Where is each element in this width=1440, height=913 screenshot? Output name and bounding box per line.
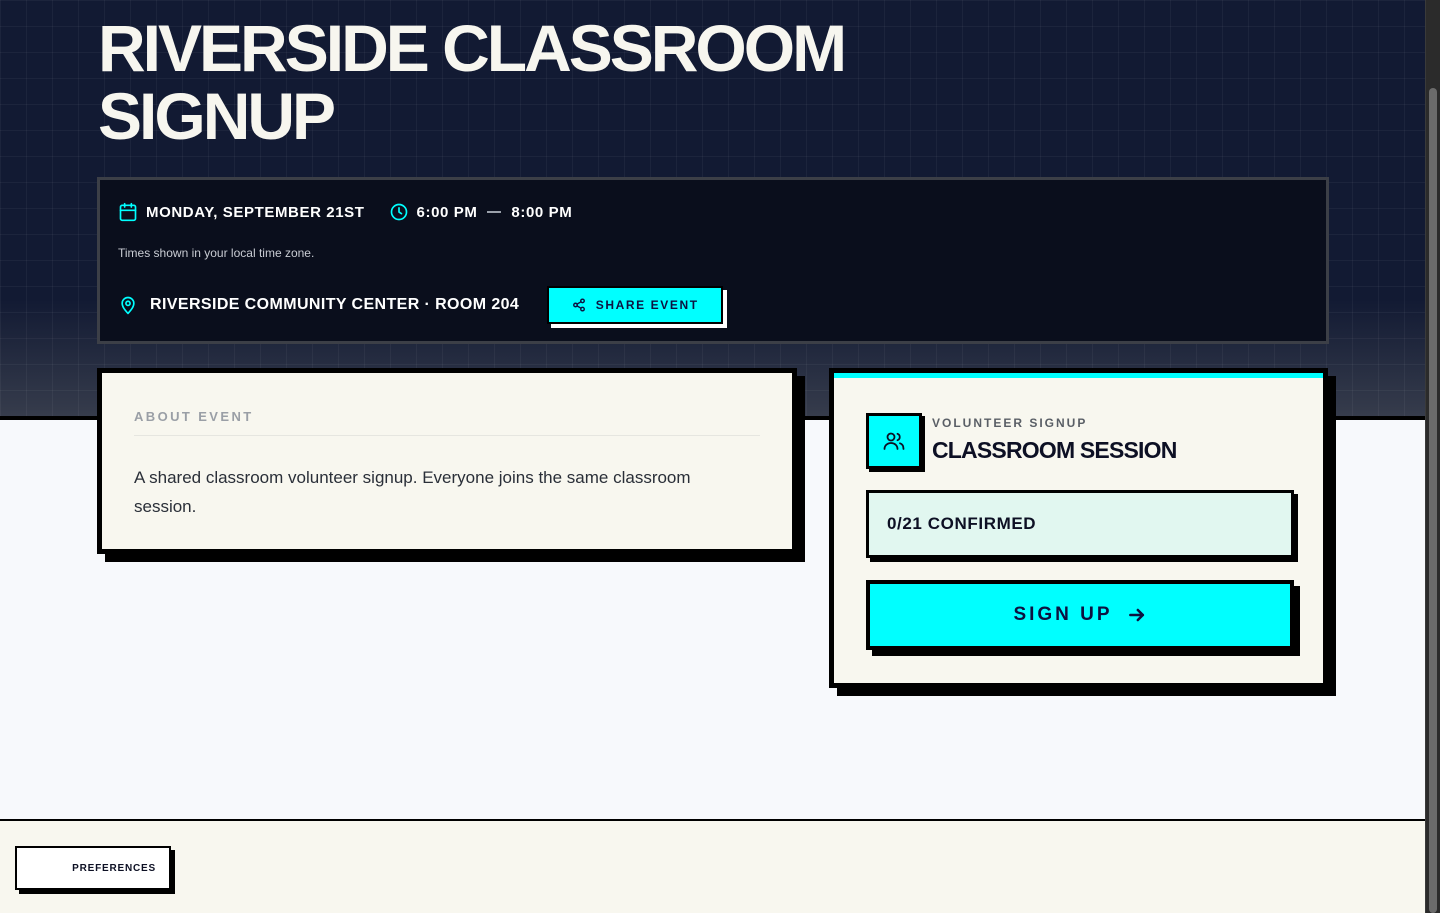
- page-title-line-1: RIVERSIDE CLASSROOM: [98, 11, 847, 85]
- page-scrollbar[interactable]: [1425, 0, 1440, 913]
- event-location: RIVERSIDE COMMUNITY CENTER · ROOM 204: [150, 296, 520, 313]
- page-title: RIVERSIDE CLASSROOM SIGNUP: [98, 14, 998, 150]
- session-title: CLASSROOM SESSION: [932, 437, 1177, 463]
- volunteers-badge: [866, 413, 922, 469]
- signup-card-accent-bar: [834, 373, 1323, 378]
- about-divider: [134, 435, 760, 436]
- share-event-label: SHARE EVENT: [595, 298, 699, 312]
- cookie-preferences-overlap: [17, 848, 71, 888]
- about-event-label: ABOUT EVENT: [134, 409, 254, 424]
- map-pin-icon: [121, 296, 135, 315]
- page-title-line-2: SIGNUP: [98, 79, 336, 153]
- time-range-separator: [487, 211, 502, 213]
- sign-up-label: SIGN UP: [1013, 604, 1113, 625]
- event-date: MONDAY, SEPTEMBER 21ST: [146, 203, 365, 221]
- event-end-time: 8:00 PM: [511, 203, 573, 221]
- clock-icon: [390, 203, 407, 221]
- volunteer-signup-card: VOLUNTEER SIGNUP CLASSROOM SESSION 0/21 …: [829, 368, 1328, 688]
- calendar-icon: [119, 202, 137, 222]
- cookie-preferences-button[interactable]: COOKIE PREFERENCES: [15, 846, 171, 890]
- share-event-button[interactable]: SHARE EVENT: [547, 286, 724, 324]
- about-event-description: A shared classroom volunteer signup. Eve…: [134, 468, 691, 516]
- timezone-note: Times shown in your local time zone.: [118, 246, 315, 260]
- share-icon: [572, 298, 585, 312]
- event-info-card: MONDAY, SEPTEMBER 21ST 6:00 PM 8:00 PM T…: [97, 177, 1329, 344]
- about-event-card: ABOUT EVENT A shared classroom volunteer…: [97, 368, 797, 554]
- page-footer: COOKIE PREFERENCES: [0, 819, 1425, 913]
- hero-banner: RIVERSIDE CLASSROOM SIGNUP MONDAY, SEPTE…: [0, 0, 1425, 420]
- event-location-row: RIVERSIDE COMMUNITY CENTER · ROOM 204 SH…: [118, 286, 724, 324]
- event-datetime-row: MONDAY, SEPTEMBER 21ST 6:00 PM 8:00 PM: [118, 200, 572, 224]
- signup-kicker: VOLUNTEER SIGNUP: [932, 416, 1088, 430]
- sign-up-button[interactable]: SIGN UP: [866, 580, 1294, 650]
- scrollbar-thumb[interactable]: [1429, 88, 1437, 913]
- users-icon: [883, 432, 905, 450]
- confirmed-count: 0/21 CONFIRMED: [866, 490, 1294, 558]
- event-start-time: 6:00 PM: [416, 203, 478, 221]
- arrow-right-icon: [1128, 608, 1144, 622]
